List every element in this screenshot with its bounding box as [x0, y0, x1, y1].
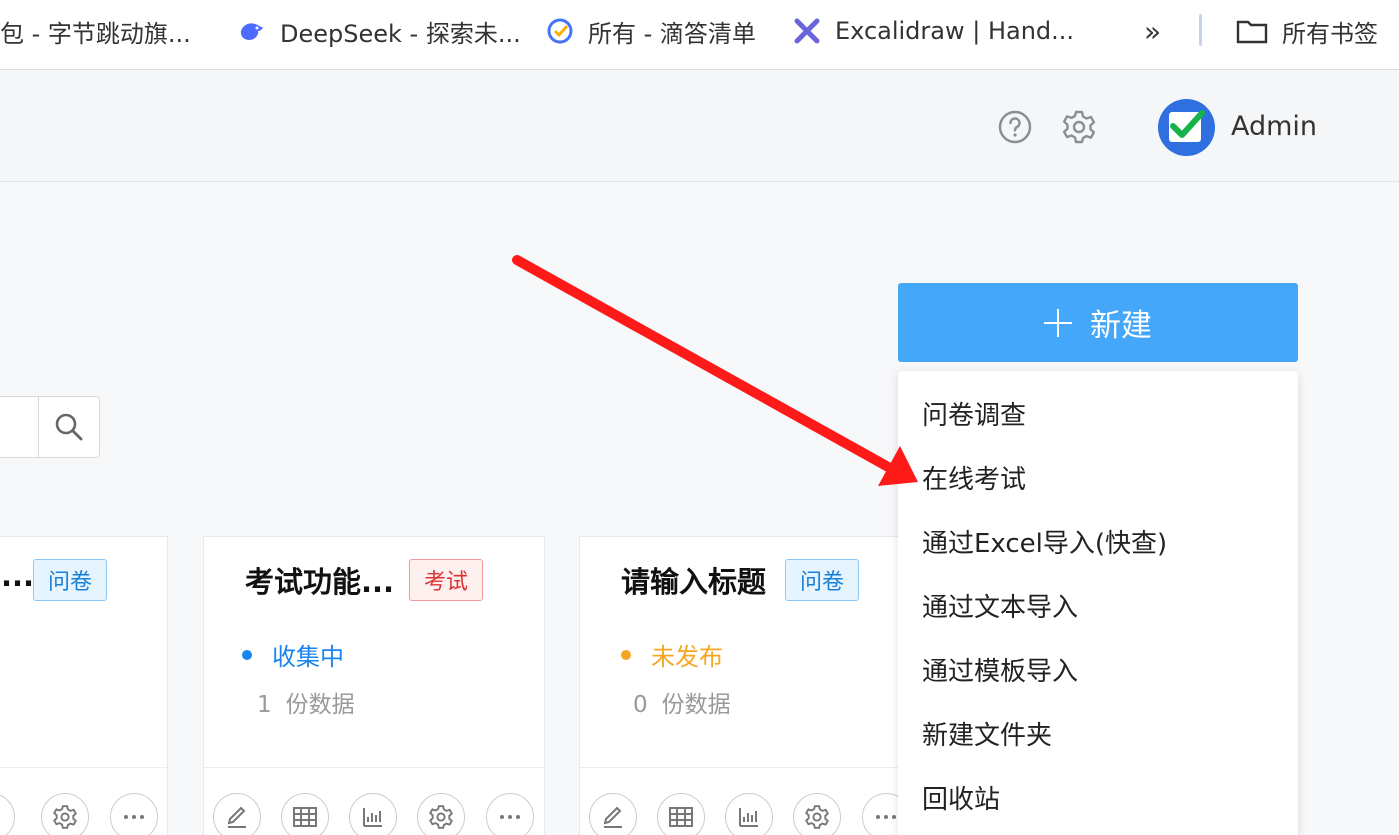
search-icon [55, 413, 83, 441]
table-grid-icon [669, 807, 693, 827]
chevron-double-right-icon: » [1144, 14, 1162, 48]
settings-button[interactable] [41, 793, 89, 835]
bookmark-label: DeepSeek - 探索未... [280, 19, 521, 48]
stats-button[interactable] [349, 793, 397, 835]
table-grid-icon [293, 807, 317, 827]
survey-card[interactable]: ... 问卷 [0, 536, 168, 835]
status-text: 收集中 [272, 643, 344, 671]
card-title: ... [1, 559, 35, 593]
response-count: 0 份数据 [633, 685, 731, 719]
menu-item-survey[interactable]: 问卷调查 [922, 395, 1026, 432]
help-icon[interactable] [997, 109, 1033, 145]
status-dot [242, 649, 252, 660]
bookmark-label: 所有 - 滴答清单 [588, 19, 756, 48]
bookmarks-bar: 包 - 字节跳动旗... DeepSeek - 探索未... 所有 - 滴答清单… [0, 0, 1399, 70]
count-label: 份数据 [285, 692, 355, 718]
count-number: 0 [633, 692, 648, 718]
excalidraw-pen-icon [794, 18, 820, 44]
settings-button[interactable] [417, 793, 465, 835]
data-table-button[interactable] [657, 793, 705, 835]
count-label: 份数据 [661, 692, 731, 718]
gear-icon [429, 805, 453, 829]
new-button[interactable]: 新建 [898, 283, 1298, 362]
bar-chart-icon [739, 808, 758, 827]
card-divider [0, 767, 167, 768]
pencil-icon [603, 806, 622, 828]
stats-button[interactable] [725, 793, 773, 835]
status-dot [621, 649, 631, 660]
menu-item-new-folder[interactable]: 新建文件夹 [922, 715, 1052, 752]
edit-button[interactable] [213, 793, 261, 835]
user-name[interactable]: Admin [1231, 111, 1317, 142]
menu-item-online-exam[interactable]: 在线考试 [922, 459, 1026, 496]
status-badge: 未发布 [621, 637, 723, 672]
data-table-button[interactable] [281, 793, 329, 835]
checkmark-logo-icon [1169, 110, 1205, 142]
exam-tag: 考试 [409, 559, 484, 601]
count-number: 1 [257, 692, 272, 718]
bookmark-ticktick[interactable]: 所有 - 滴答清单 [546, 14, 756, 48]
more-dots-icon [876, 815, 896, 819]
search-button[interactable] [38, 396, 100, 458]
bookmark-deepseek[interactable]: DeepSeek - 探索未... [238, 14, 521, 48]
card-divider [580, 767, 920, 768]
response-count: 1 份数据 [257, 685, 355, 719]
menu-item-import-excel[interactable]: 通过Excel导入(快查) [922, 523, 1167, 560]
search-input[interactable] [0, 396, 40, 458]
bookmark-doubao[interactable]: 包 - 字节跳动旗... [0, 14, 191, 48]
bookmarks-separator [1199, 14, 1202, 46]
status-badge: 收集中 [242, 637, 344, 672]
plus-icon [1044, 308, 1072, 337]
all-bookmarks-button[interactable]: 所有书签 [1236, 14, 1378, 48]
bookmark-label: 包 - 字节跳动旗... [0, 19, 191, 48]
settings-button[interactable] [793, 793, 841, 835]
more-dots-icon [124, 815, 144, 819]
edit-button[interactable] [589, 793, 637, 835]
survey-card[interactable]: 请输入标题 问卷 未发布 0 份数据 [579, 536, 921, 835]
more-button[interactable] [110, 793, 158, 835]
ticktick-check-icon [547, 18, 573, 44]
more-button[interactable] [486, 793, 534, 835]
new-menu: 问卷调查 在线考试 通过Excel导入(快查) 通过文本导入 通过模板导入 新建… [898, 371, 1298, 835]
menu-item-recycle-bin[interactable]: 回收站 [922, 779, 1000, 816]
bar-chart-icon [363, 808, 382, 827]
folder-icon [1236, 20, 1268, 44]
card-title: 考试功能... [245, 565, 395, 599]
app-header: Admin [0, 71, 1399, 182]
stats-button[interactable] [0, 793, 15, 835]
avatar[interactable] [1158, 99, 1215, 156]
pencil-icon [227, 806, 246, 828]
menu-item-import-template[interactable]: 通过模板导入 [922, 651, 1078, 688]
bookmark-label: Excalidraw | Hand... [835, 17, 1075, 45]
menu-item-import-text[interactable]: 通过文本导入 [922, 587, 1078, 624]
bar-chart-icon [0, 805, 3, 829]
new-button-label: 新建 [1090, 308, 1152, 344]
exam-card[interactable]: 考试功能... 考试 收集中 1 份数据 [203, 536, 545, 835]
bookmark-excalidraw[interactable]: Excalidraw | Hand... [793, 14, 1074, 48]
more-dots-icon [500, 815, 520, 819]
gear-icon [805, 805, 829, 829]
gear-icon[interactable] [1061, 109, 1097, 145]
card-divider [204, 767, 544, 768]
card-title: 请输入标题 [621, 565, 767, 599]
bookmarks-overflow-button[interactable]: » [1144, 14, 1161, 48]
status-text: 未发布 [651, 643, 723, 671]
deepseek-whale-icon [240, 23, 263, 40]
survey-tag: 问卷 [33, 559, 108, 601]
gear-icon [53, 805, 77, 829]
all-bookmarks-label: 所有书签 [1282, 19, 1378, 48]
survey-tag: 问卷 [785, 559, 860, 601]
